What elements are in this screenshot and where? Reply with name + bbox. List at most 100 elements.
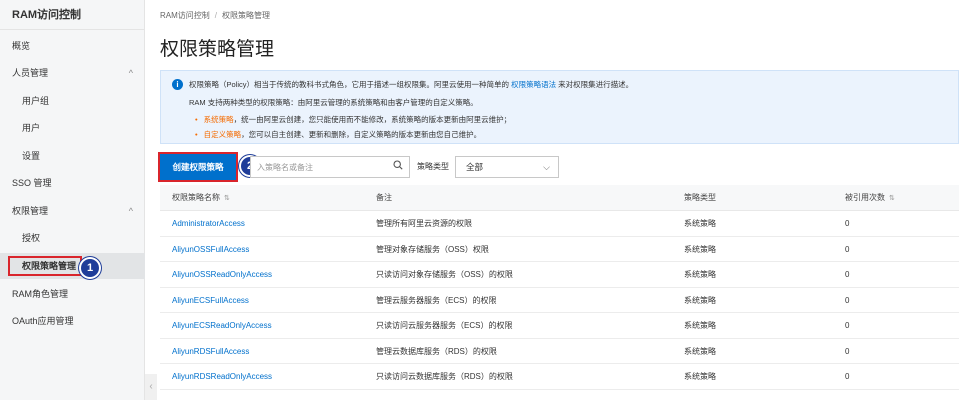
sidebar-item-permissions[interactable]: 权限管理 ^ <box>0 198 145 224</box>
policy-type: 系统策略 <box>684 295 716 305</box>
sidebar-item-label: 授权 <box>22 233 41 243</box>
table-row: AliyunRDSFullAccess 管理云数据库服务（RDS）的权限 系统策略 0 <box>160 339 959 365</box>
info-notice: i 权限策略（Policy）相当于传统的教科书式角色，它用于描述一组权限集。阿里… <box>160 70 959 144</box>
policy-remark: 只读访问云服务器服务（ECS）的权限 <box>376 321 513 330</box>
reference-count: 0 <box>845 270 850 279</box>
custom-policy-term: 自定义策略 <box>203 130 242 139</box>
sidebar-item-label: 权限管理 <box>12 206 49 216</box>
policy-remark: 管理所有阿里云资源的权限 <box>376 219 472 228</box>
policy-name-link[interactable]: AliyunOSSReadOnlyAccess <box>172 262 272 288</box>
app-window: RAM访问控制 概览 人员管理 ^ 用户组 用户 设置 SSO 管理 权限管理 ^ … <box>0 0 959 400</box>
reference-count: 0 <box>845 346 850 356</box>
header-policy-type: 策略类型 <box>684 193 716 202</box>
search-box <box>250 156 410 178</box>
table-body: AdministratorAccess 管理所有阿里云资源的权限 系统策略 0 Aliy… <box>160 211 959 390</box>
sidebar-item-user-groups[interactable]: 用户组 <box>0 88 145 114</box>
sidebar-title: RAM访问控制 <box>0 0 144 30</box>
highlight-box <box>8 256 82 276</box>
breadcrumb-separator: / <box>214 11 218 20</box>
notice-line-4: • 自定义策略，您可以自主创建、更新和删除，自定义策略的版本更新由您自己维护。 <box>195 129 481 140</box>
sort-icon[interactable]: ⇅ <box>889 195 895 202</box>
policy-type: 系统策略 <box>684 219 716 228</box>
policy-remark: 只读访问云数据库服务（RDS）的权限 <box>376 372 513 381</box>
sort-icon[interactable]: ⇅ <box>224 195 230 202</box>
reference-count: 0 <box>845 219 850 228</box>
header-reference-count[interactable]: 被引用次数 ⇅ <box>845 185 895 212</box>
policy-name-link[interactable]: AliyunOSSFullAccess <box>172 237 249 263</box>
sidebar-item-policy-management[interactable]: 权限策略管理 <box>0 253 145 279</box>
sidebar-item-label: 概览 <box>12 41 31 51</box>
chevron-up-icon: ^ <box>128 206 133 216</box>
policy-remark: 管理对象存储服务（OSS）权限 <box>376 244 489 254</box>
notice-text: ，您可以自主创建、更新和删除，自定义策略的版本更新由您自己维护。 <box>241 130 482 139</box>
search-icon[interactable] <box>393 160 403 170</box>
policy-type: 系统策略 <box>684 270 716 279</box>
notice-text: 来对权限集进行描述。 <box>556 80 634 89</box>
breadcrumb-current: 权限策略管理 <box>222 11 271 20</box>
sidebar-item-label: SSO 管理 <box>12 178 52 188</box>
sidebar: RAM访问控制 概览 人员管理 ^ 用户组 用户 设置 SSO 管理 权限管理 ^ … <box>0 0 145 400</box>
policy-type: 系统策略 <box>684 372 716 381</box>
header-policy-name[interactable]: 权限策略名称 ⇅ <box>172 185 230 212</box>
create-policy-button[interactable]: 创建权限策略 <box>160 154 236 180</box>
policy-remark: 管理云数据库服务（RDS）的权限 <box>376 346 497 356</box>
header-label: 被引用次数 <box>845 193 885 202</box>
sidebar-item-label: 用户 <box>22 123 41 133</box>
table-row: AliyunOSSFullAccess 管理对象存储服务（OSS）权限 系统策略 0 <box>160 237 959 263</box>
sidebar-item-overview[interactable]: 概览 <box>0 33 145 59</box>
sidebar-collapse-icon[interactable]: ‹ <box>145 374 157 400</box>
chevron-up-icon: ^ <box>128 68 133 78</box>
table-row: AliyunRDSReadOnlyAccess 只读访问云数据库服务（RDS）的权… <box>160 364 959 390</box>
policy-remark: 管理云服务器服务（ECS）的权限 <box>376 295 497 305</box>
notice-line-2: RAM 支持两种类型的权限策略：由阿里云管理的系统策略和由客户管理的自定义策略。 <box>189 98 478 107</box>
policy-name-link[interactable]: AliyunECSFullAccess <box>172 288 249 314</box>
policy-name-link[interactable]: AliyunRDSReadOnlyAccess <box>172 364 272 390</box>
table-row: AliyunOSSReadOnlyAccess 只读访问对象存储服务（OSS）的权… <box>160 262 959 288</box>
reference-count: 0 <box>845 244 850 254</box>
policy-syntax-link[interactable]: 权限策略语法 <box>511 80 556 89</box>
system-policy-term: 系统策略 <box>203 115 234 124</box>
sidebar-item-label: 人员管理 <box>12 68 49 78</box>
policy-type-label: 策略类型 <box>417 162 449 171</box>
sidebar-item-people[interactable]: 人员管理 ^ <box>0 60 145 86</box>
policy-name-link[interactable]: AdministratorAccess <box>172 211 245 237</box>
reference-count: 0 <box>845 295 850 305</box>
sidebar-item-users[interactable]: 用户 <box>0 115 145 141</box>
bullet: • <box>195 115 198 124</box>
table-header: 权限策略名称 ⇅ 备注 策略类型 被引用次数 ⇅ <box>160 185 959 211</box>
notice-text: ，统一由阿里云创建，您只能使用而不能修改，系统策略的版本更新由阿里云维护； <box>233 115 512 124</box>
sidebar-item-settings[interactable]: 设置 <box>0 143 145 169</box>
chevron-down-icon: ⌵ <box>543 162 550 172</box>
sidebar-item-label: RAM角色管理 <box>12 289 68 299</box>
page-title: 权限策略管理 <box>160 39 275 60</box>
sidebar-item-label: 设置 <box>22 151 41 161</box>
reference-count: 0 <box>845 372 850 381</box>
sidebar-item-sso[interactable]: SSO 管理 <box>0 170 145 196</box>
table-row: AliyunECSFullAccess 管理云服务器服务（ECS）的权限 系统策略 0 <box>160 288 959 314</box>
step-badge-1: 1 <box>81 259 99 277</box>
sidebar-item-ram-roles[interactable]: RAM角色管理 <box>0 281 145 307</box>
breadcrumb-root[interactable]: RAM访问控制 <box>160 11 210 20</box>
reference-count: 0 <box>845 321 850 330</box>
table-row: AdministratorAccess 管理所有阿里云资源的权限 系统策略 0 <box>160 211 959 237</box>
sidebar-item-label: 用户组 <box>22 96 50 106</box>
table-row: AliyunECSReadOnlyAccess 只读访问云服务器服务（ECS）的权… <box>160 313 959 339</box>
sidebar-item-grants[interactable]: 授权 <box>0 225 145 251</box>
policy-type: 系统策略 <box>684 244 716 254</box>
header-label: 权限策略名称 <box>172 193 220 202</box>
policy-remark: 只读访问对象存储服务（OSS）的权限 <box>376 270 513 279</box>
sidebar-item-label: OAuth应用管理 <box>12 316 74 326</box>
main-content: RAM访问控制 / 权限策略管理 权限策略管理 i 权限策略（Policy）相当于传… <box>160 0 959 400</box>
policy-name-link[interactable]: AliyunRDSFullAccess <box>172 339 249 365</box>
info-icon: i <box>172 79 183 90</box>
policy-type: 系统策略 <box>684 346 716 356</box>
bullet: • <box>195 130 198 139</box>
sidebar-item-oauth-apps[interactable]: OAuth应用管理 <box>0 308 145 334</box>
policy-type-select[interactable]: 全部 ⌵ <box>455 156 559 178</box>
search-input[interactable] <box>251 157 386 177</box>
policy-name-link[interactable]: AliyunECSReadOnlyAccess <box>172 313 272 339</box>
header-remark: 备注 <box>376 193 392 202</box>
policy-table: 权限策略名称 ⇅ 备注 策略类型 被引用次数 ⇅ AdministratorAcce… <box>160 185 959 390</box>
policy-type: 系统策略 <box>684 321 716 330</box>
notice-line-1: 权限策略（Policy）相当于传统的教科书式角色，它用于描述一组权限集。阿里云使… <box>189 79 633 90</box>
